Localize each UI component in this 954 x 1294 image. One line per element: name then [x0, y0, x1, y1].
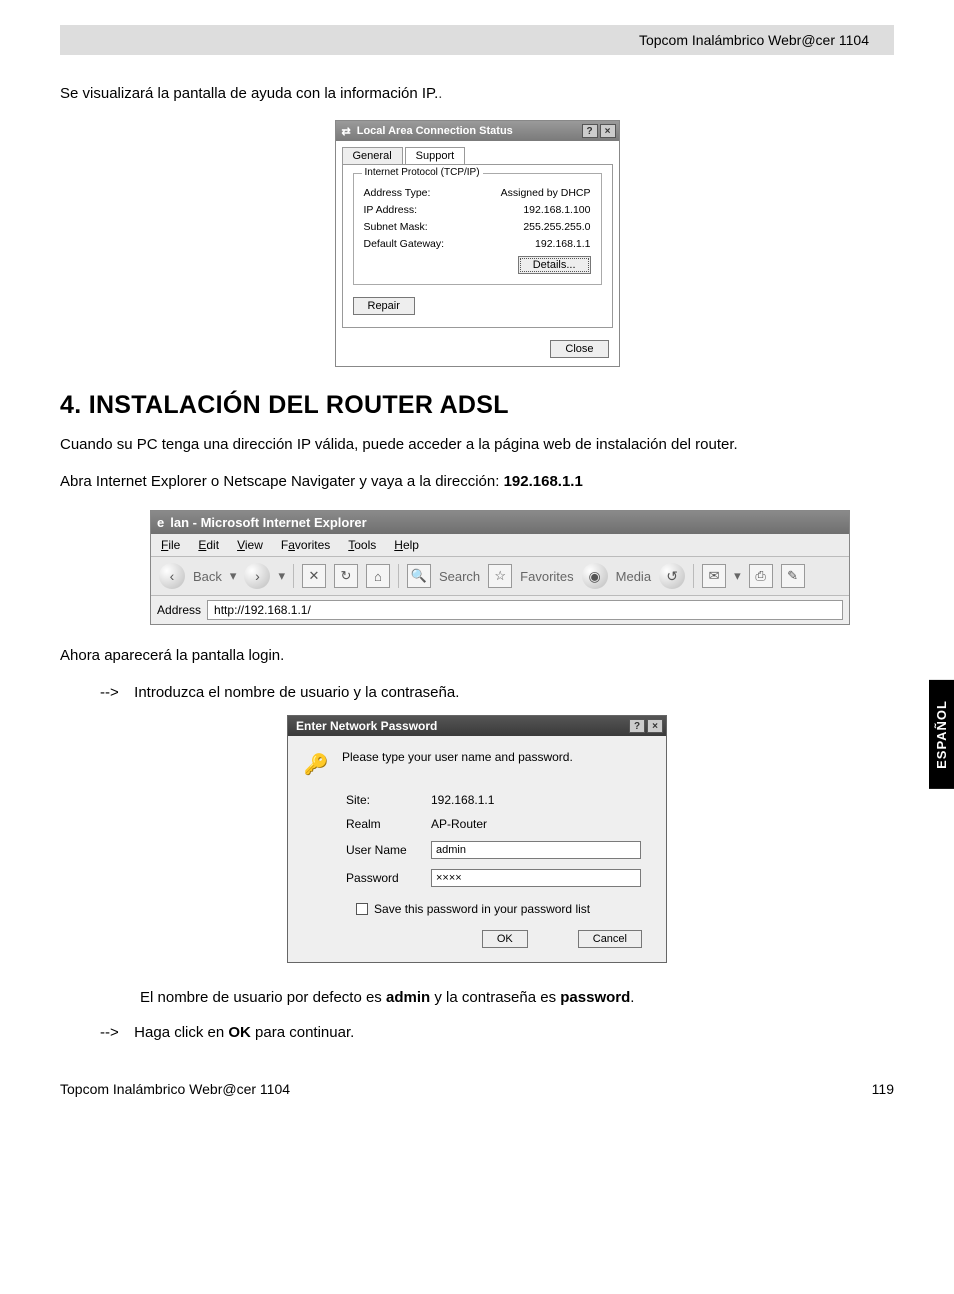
gateway-label: Default Gateway:	[364, 238, 445, 250]
refresh-icon[interactable]: ↻	[334, 564, 358, 588]
address-label: Address	[157, 603, 201, 617]
help-button[interactable]: ?	[582, 124, 598, 138]
key-icon: 🔑	[302, 750, 330, 778]
menu-tools[interactable]: Tools	[348, 538, 376, 552]
page-number: 119	[872, 1081, 894, 1097]
page-footer: Topcom Inalámbrico Webr@cer 1104 119	[60, 1081, 894, 1097]
auth-dialog: Enter Network Password ? × 🔑 Please type…	[287, 715, 667, 963]
back-label[interactable]: Back	[193, 569, 222, 584]
product-name: Topcom Inalámbrico Webr@cer 1104	[639, 32, 869, 48]
realm-label: Realm	[342, 812, 427, 836]
toolbar-divider	[398, 564, 399, 588]
addr-type-value: Assigned by DHCP	[501, 187, 591, 199]
ok-button[interactable]: OK	[482, 930, 528, 948]
gateway-value: 192.168.1.1	[535, 238, 590, 250]
save-password-checkbox[interactable]	[356, 903, 368, 915]
close-button[interactable]: ×	[600, 124, 616, 138]
ie-icon: e	[157, 515, 164, 530]
network-icon: ⇄	[342, 125, 351, 138]
help-button[interactable]: ?	[629, 719, 645, 733]
subnet-value: 255.255.255.0	[523, 221, 590, 233]
auth-titlebar[interactable]: Enter Network Password ? ×	[288, 716, 666, 736]
menu-help[interactable]: Help	[394, 538, 419, 552]
site-value: 192.168.1.1	[427, 788, 688, 812]
section-4-heading: 4. INSTALACIÓN DEL ROUTER ADSL	[60, 391, 894, 420]
subnet-label: Subnet Mask:	[364, 221, 428, 233]
ie-address-bar: Address http://192.168.1.1/	[151, 596, 849, 624]
media-label[interactable]: Media	[616, 569, 651, 584]
step-enter-credentials: --> Introduzca el nombre de usuario y la…	[100, 684, 894, 701]
username-label: User Name	[342, 836, 427, 864]
para-open-browser: Abra Internet Explorer o Netscape Naviga…	[60, 473, 894, 490]
cancel-button[interactable]: Cancel	[578, 930, 642, 948]
menu-view[interactable]: View	[237, 538, 263, 552]
ie-toolbar: ‹ Back▾ ›▾ ✕ ↻ ⌂ 🔍 Search ☆ Favorites ◉ …	[151, 557, 849, 596]
tab-support[interactable]: Support	[405, 147, 466, 164]
details-button[interactable]: Details...	[518, 256, 591, 274]
home-icon[interactable]: ⌂	[366, 564, 390, 588]
ie-title-text: lan - Microsoft Internet Explorer	[170, 515, 366, 530]
page-header: Topcom Inalámbrico Webr@cer 1104	[60, 25, 894, 55]
media-icon[interactable]: ◉	[582, 563, 608, 589]
addr-type-label: Address Type:	[364, 187, 431, 199]
auth-title: Enter Network Password	[296, 719, 437, 733]
address-value: http://192.168.1.1/	[214, 603, 311, 617]
site-label: Site:	[342, 788, 427, 812]
menu-edit[interactable]: Edit	[198, 538, 219, 552]
close-dialog-button[interactable]: Close	[550, 340, 608, 358]
back-icon[interactable]: ‹	[159, 563, 185, 589]
realm-value: AP-Router	[427, 812, 688, 836]
toolbar-divider	[293, 564, 294, 588]
menu-favorites[interactable]: Favorites	[281, 538, 330, 552]
step-click-ok: --> Haga click en OK para continuar.	[100, 1024, 894, 1041]
edit-icon[interactable]: ✎	[781, 564, 805, 588]
tcpip-legend: Internet Protocol (TCP/IP)	[362, 167, 483, 178]
repair-button[interactable]: Repair	[353, 297, 415, 315]
password-input[interactable]	[431, 869, 641, 887]
auth-prompt: Please type your user name and password.	[342, 750, 573, 764]
para-login-screen: Ahora aparecerá la pantalla login.	[60, 647, 894, 664]
mail-icon[interactable]: ✉	[702, 564, 726, 588]
toolbar-divider	[693, 564, 694, 588]
forward-icon[interactable]: ›	[244, 563, 270, 589]
ie-window: e lan - Microsoft Internet Explorer File…	[150, 510, 850, 625]
favorites-label[interactable]: Favorites	[520, 569, 573, 584]
para-valid-ip: Cuando su PC tenga una dirección IP váli…	[60, 436, 894, 453]
lan-status-title: Local Area Connection Status	[357, 125, 513, 137]
menu-file[interactable]: File	[161, 538, 180, 552]
ip-value: 192.168.1.100	[523, 204, 590, 216]
password-label: Password	[342, 864, 427, 892]
tab-general[interactable]: General	[342, 147, 403, 164]
search-icon[interactable]: 🔍	[407, 564, 431, 588]
ie-menubar: File Edit View Favorites Tools Help	[151, 534, 849, 557]
search-label[interactable]: Search	[439, 569, 480, 584]
intro-text: Se visualizará la pantalla de ayuda con …	[60, 85, 894, 102]
footer-product: Topcom Inalámbrico Webr@cer 1104	[60, 1081, 290, 1097]
close-button[interactable]: ×	[647, 719, 663, 733]
stop-icon[interactable]: ✕	[302, 564, 326, 588]
ip-label: IP Address:	[364, 204, 418, 216]
address-input[interactable]: http://192.168.1.1/	[207, 600, 843, 620]
tcpip-fieldset: Internet Protocol (TCP/IP) Address Type:…	[353, 173, 602, 285]
language-tab: ESPAÑOL	[929, 680, 954, 789]
username-input[interactable]	[431, 841, 641, 859]
save-password-label: Save this password in your password list	[374, 902, 590, 916]
ie-titlebar[interactable]: e lan - Microsoft Internet Explorer	[151, 511, 849, 534]
print-icon[interactable]: ⎙	[749, 564, 773, 588]
favorites-icon[interactable]: ☆	[488, 564, 512, 588]
lan-status-titlebar[interactable]: ⇄ Local Area Connection Status ? ×	[336, 121, 619, 141]
history-icon[interactable]: ↺	[659, 563, 685, 589]
default-credentials-note: El nombre de usuario por defecto es admi…	[140, 989, 894, 1006]
lan-status-dialog: ⇄ Local Area Connection Status ? × Gener…	[335, 120, 620, 367]
